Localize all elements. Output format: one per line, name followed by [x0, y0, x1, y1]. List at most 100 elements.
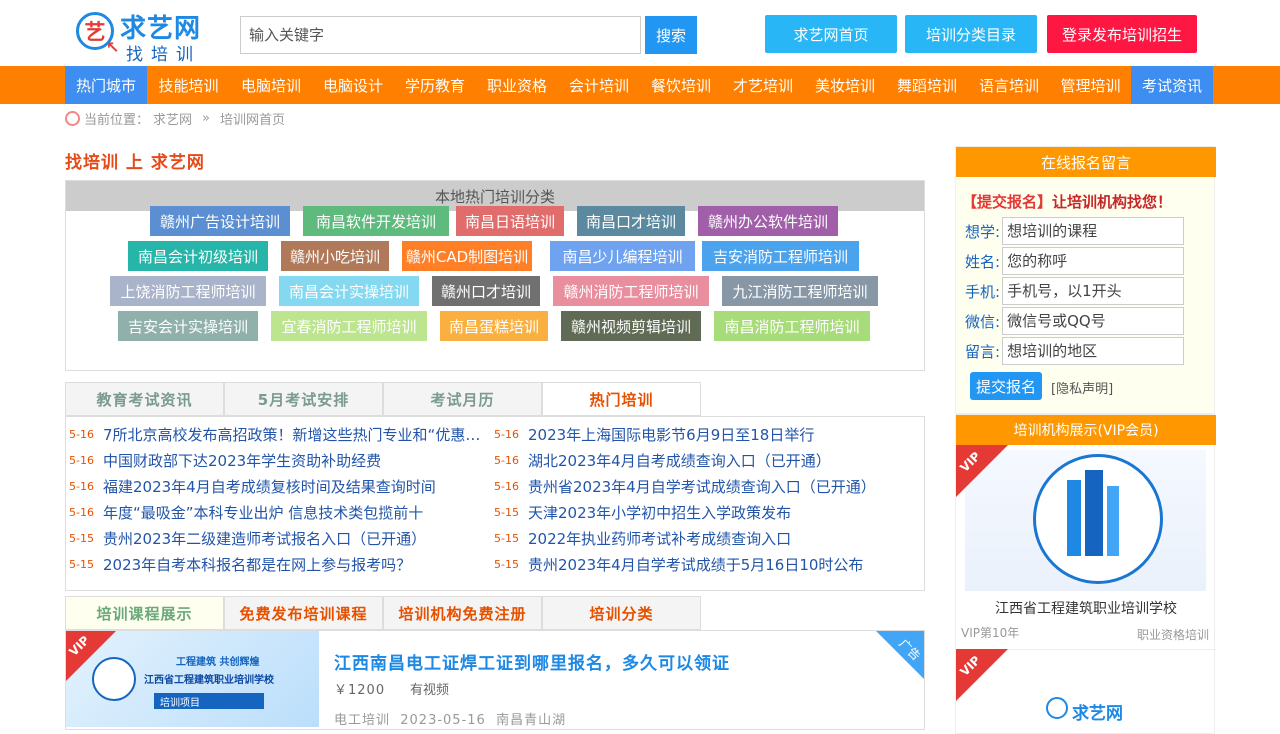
- nav-item[interactable]: 会计培训: [558, 66, 640, 104]
- login-publish-button[interactable]: 登录发布培训招生: [1047, 15, 1197, 53]
- news-item[interactable]: 5-16 2023年上海国际电影节6月9日至18日举行: [494, 421, 914, 447]
- nav-item[interactable]: 管理培训: [1050, 66, 1131, 104]
- news-item[interactable]: 5-16 湖北2023年4月自考成绩查询入口（已开通）: [494, 447, 914, 473]
- home-button[interactable]: 求艺网首页: [765, 15, 897, 53]
- nav-item[interactable]: 舞蹈培训: [886, 66, 968, 104]
- nav-item[interactable]: 电脑设计: [312, 66, 394, 104]
- category-tag[interactable]: 南昌日语培训: [456, 206, 564, 236]
- course-title[interactable]: 江西南昌电工证焊工证到哪里报名，多久可以领证: [334, 649, 730, 674]
- news-title[interactable]: 中国财政部下达2023年学生资助补助经费: [103, 450, 381, 471]
- signup-field: 想学:: [965, 217, 1185, 245]
- nav-item[interactable]: 语言培训: [968, 66, 1050, 104]
- tab-0[interactable]: 教育考试资讯: [65, 382, 224, 416]
- category-tag[interactable]: 赣州办公软件培训: [698, 206, 838, 236]
- news-title[interactable]: 湖北2023年4月自考成绩查询入口（已开通）: [528, 450, 831, 471]
- category-tag[interactable]: 赣州口才培训: [432, 276, 540, 306]
- tab-3[interactable]: 热门培训: [542, 382, 701, 416]
- news-title[interactable]: 2022年执业药师考试补考成绩查询入口: [528, 528, 791, 549]
- vip-years: VIP第10年: [961, 626, 1020, 640]
- news-date: 5-16: [69, 505, 94, 519]
- category-tag[interactable]: 吉安会计实操培训: [118, 311, 258, 341]
- news-title[interactable]: 2023年上海国际电影节6月9日至18日举行: [528, 424, 814, 445]
- search-button[interactable]: 搜索: [645, 16, 697, 54]
- news-item[interactable]: 5-16 福建2023年4月自考成绩复核时间及结果查询时间: [69, 473, 485, 499]
- news-item[interactable]: 5-15 贵州2023年4月自学考试成绩于5月16日10时公布: [494, 551, 914, 577]
- category-tag[interactable]: 赣州CAD制图培训: [402, 241, 532, 271]
- category-tag[interactable]: 上饶消防工程师培训: [110, 276, 266, 306]
- nav-item[interactable]: 才艺培训: [722, 66, 804, 104]
- field-input[interactable]: [1002, 217, 1185, 245]
- privacy-link[interactable]: [隐私声明]: [1051, 378, 1113, 397]
- news-item[interactable]: 5-16 年度“最吸金”本科专业出炉 信息技术类包揽前十: [69, 499, 485, 525]
- category-tag[interactable]: 南昌消防工程师培训: [714, 311, 870, 341]
- news-item[interactable]: 5-15 天津2023年小学初中招生入学政策发布: [494, 499, 914, 525]
- logo-arrow-icon: ↖: [106, 38, 120, 57]
- category-tag[interactable]: 赣州广告设计培训: [150, 206, 290, 236]
- field-input[interactable]: [1002, 337, 1185, 365]
- vip-showcase: 培训机构展示(VIP会员) VIP 江西省工程建筑职业培训学校 VIP第10年 …: [955, 414, 1216, 734]
- course-image[interactable]: 工程建筑 共创辉煌 江西省工程建筑职业培训学校 培训项目 VIP: [66, 631, 319, 727]
- category-tag[interactable]: 南昌会计初级培训: [128, 241, 268, 271]
- category-tag[interactable]: 南昌会计实操培训: [279, 276, 419, 306]
- site-logo[interactable]: 艺 ↖ 求艺网 找培训: [76, 8, 216, 65]
- signup-cta: 【提交报名】让培训机构找您！: [962, 191, 1172, 212]
- category-tag[interactable]: 南昌软件开发培训: [303, 206, 449, 236]
- category-tag[interactable]: 吉安消防工程师培训: [702, 241, 859, 271]
- news-title[interactable]: 年度“最吸金”本科专业出炉 信息技术类包揽前十: [103, 502, 423, 523]
- tab-3[interactable]: 培训分类: [542, 596, 701, 630]
- news-title[interactable]: 贵州2023年二级建造师考试报名入口（已开通）: [103, 528, 426, 549]
- vip-school-name[interactable]: 江西省工程建筑职业培训学校: [956, 598, 1216, 618]
- news-item[interactable]: 5-16 中国财政部下达2023年学生资助补助经费: [69, 447, 485, 473]
- category-tag[interactable]: 赣州视频剪辑培训: [561, 311, 701, 341]
- nav-item[interactable]: 热门城市: [65, 66, 147, 104]
- news-title[interactable]: 7所北京高校发布高招政策！新增这些热门专业和“优惠…: [103, 424, 480, 445]
- category-tag[interactable]: 赣州消防工程师培训: [553, 276, 709, 306]
- field-label: 微信:: [965, 312, 1001, 331]
- nav-item[interactable]: 餐饮培训: [640, 66, 722, 104]
- news-item[interactable]: 5-16 7所北京高校发布高招政策！新增这些热门专业和“优惠…: [69, 421, 485, 447]
- tab-2[interactable]: 考试月历: [383, 382, 542, 416]
- breadcrumb-site-link[interactable]: 求艺网: [153, 109, 192, 128]
- breadcrumb-separator: »: [202, 110, 210, 126]
- logo-sub-text: 找培训: [126, 45, 201, 65]
- category-tag[interactable]: 南昌口才培训: [577, 206, 685, 236]
- nav-item[interactable]: 学历教育: [394, 66, 476, 104]
- news-title[interactable]: 2023年自考本科报名都是在网上参与报考吗？: [103, 554, 411, 575]
- tab-0[interactable]: 培训课程展示: [65, 596, 224, 630]
- category-tag[interactable]: 九江消防工程师培训: [722, 276, 878, 306]
- category-tag[interactable]: 宜春消防工程师培训: [271, 311, 427, 341]
- field-label: 姓名:: [965, 252, 1001, 271]
- tab-2[interactable]: 培训机构免费注册: [383, 596, 542, 630]
- field-input[interactable]: [1002, 307, 1185, 335]
- signup-field: 姓名:: [965, 247, 1185, 275]
- news-item[interactable]: 5-16 贵州省2023年4月自学考试成绩查询入口（已开通）: [494, 473, 914, 499]
- tab-1[interactable]: 免费发布培训课程: [224, 596, 383, 630]
- course-img-project: 培训项目: [154, 693, 264, 709]
- building-icon: [1067, 480, 1081, 556]
- breadcrumb-current[interactable]: 培训网首页: [220, 109, 285, 128]
- news-title[interactable]: 福建2023年4月自考成绩复核时间及结果查询时间: [103, 476, 436, 497]
- submit-signup-button[interactable]: 提交报名: [970, 372, 1042, 400]
- news-date: 5-15: [69, 557, 94, 571]
- nav-item[interactable]: 考试资讯: [1131, 66, 1213, 104]
- news-date: 5-16: [69, 453, 94, 467]
- signup-cta-text: 让培训机构找您！: [1052, 193, 1173, 211]
- catalog-button[interactable]: 培训分类目录: [905, 15, 1037, 53]
- category-tag[interactable]: 南昌蛋糕培训: [440, 311, 548, 341]
- news-title[interactable]: 贵州2023年4月自学考试成绩于5月16日10时公布: [528, 554, 863, 575]
- news-title[interactable]: 天津2023年小学初中招生入学政策发布: [528, 502, 791, 523]
- news-item[interactable]: 5-15 贵州2023年二级建造师考试报名入口（已开通）: [69, 525, 485, 551]
- news-item[interactable]: 5-15 2022年执业药师考试补考成绩查询入口: [494, 525, 914, 551]
- nav-item[interactable]: 技能培训: [147, 66, 230, 104]
- news-title[interactable]: 贵州省2023年4月自学考试成绩查询入口（已开通）: [528, 476, 876, 497]
- search-input[interactable]: [240, 16, 641, 54]
- field-input[interactable]: [1002, 277, 1185, 305]
- category-tag[interactable]: 南昌少儿编程培训: [550, 241, 695, 271]
- tab-1[interactable]: 5月考试安排: [224, 382, 383, 416]
- nav-item[interactable]: 电脑培训: [230, 66, 312, 104]
- news-item[interactable]: 5-15 2023年自考本科报名都是在网上参与报考吗？: [69, 551, 485, 577]
- nav-item[interactable]: 职业资格: [476, 66, 558, 104]
- field-input[interactable]: [1002, 247, 1185, 275]
- category-tag[interactable]: 赣州小吃培训: [281, 241, 389, 271]
- nav-item[interactable]: 美妆培训: [804, 66, 886, 104]
